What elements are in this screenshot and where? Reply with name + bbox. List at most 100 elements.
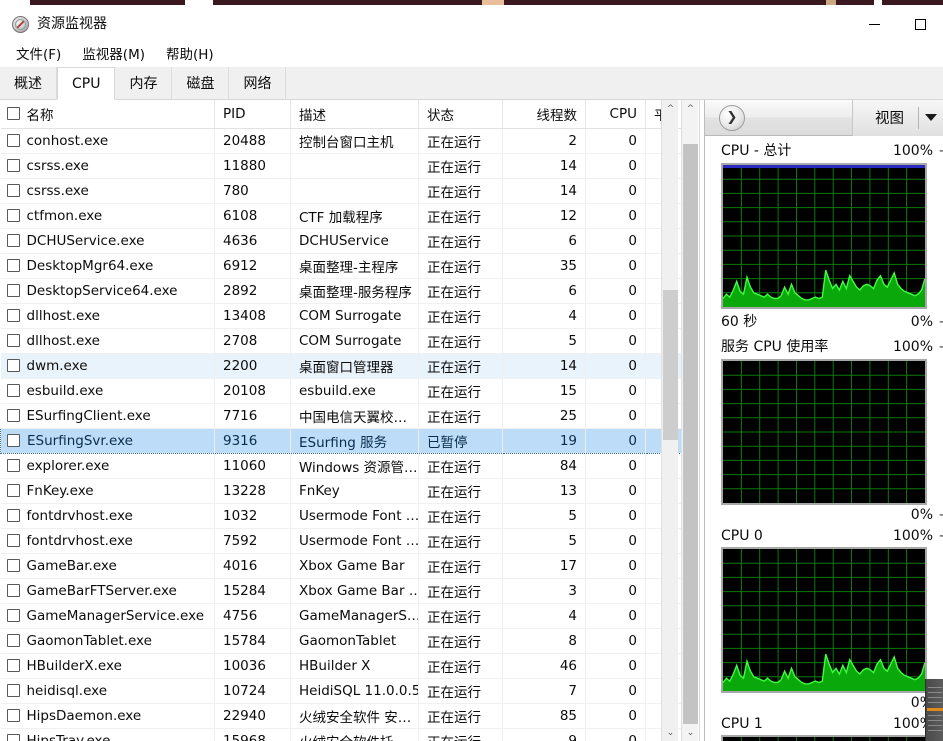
table-row[interactable]: DCHUService.exe 4636 DCHUService 正在运行 6 0 <box>0 228 682 254</box>
row-checkbox[interactable] <box>6 384 20 397</box>
row-checkbox[interactable] <box>6 709 20 722</box>
row-checkbox[interactable] <box>6 284 20 297</box>
row-checkbox[interactable] <box>6 484 20 497</box>
table-row[interactable]: ctfmon.exe 6108 CTF 加载程序 正在运行 12 0 <box>0 203 682 229</box>
panel-scroll-up-icon[interactable]: ^ <box>682 100 699 117</box>
table-row[interactable]: esbuild.exe 20108 esbuild.exe 正在运行 15 0 <box>0 378 682 404</box>
row-checkbox[interactable] <box>6 134 20 147</box>
table-scrollbar-thumb[interactable] <box>663 290 678 440</box>
row-checkbox[interactable] <box>6 609 20 622</box>
cell-threads: 4 <box>502 303 586 329</box>
table-row[interactable]: heidisql.exe 10724HeidiSQL 11.0.0.5…正在运行7… <box>0 678 682 704</box>
row-checkbox[interactable] <box>6 259 20 272</box>
row-checkbox[interactable] <box>6 634 20 647</box>
row-checkbox[interactable] <box>6 409 20 422</box>
maximize-button[interactable] <box>897 5 943 43</box>
table-row[interactable]: GameBarFTServer.exe 15284 Xbox Game Bar … 正… <box>0 578 682 604</box>
table-row[interactable]: ESurfingSvr.exe 9316 ESurfing 服务 已暂停 19 0 <box>0 427 682 454</box>
table-row[interactable]: csrss.exe 11880 正在运行 14 0 <box>0 153 682 179</box>
window-controls <box>851 5 943 43</box>
row-checkbox[interactable] <box>6 209 20 222</box>
row-checkbox[interactable] <box>6 534 20 547</box>
minimize-button[interactable] <box>851 5 897 43</box>
row-checkbox[interactable] <box>6 684 20 697</box>
table-row[interactable]: csrss.exe 780 正在运行 14 0 <box>0 178 682 204</box>
row-checkbox[interactable] <box>6 659 20 672</box>
row-checkbox[interactable] <box>6 334 20 347</box>
tab-network[interactable]: 网络 <box>229 67 287 99</box>
menu-bar: 文件(F) 监视器(M) 帮助(H) <box>0 40 943 66</box>
cell-pid: 7592 <box>214 528 291 554</box>
row-checkbox[interactable] <box>6 159 20 172</box>
column-header-status[interactable]: 状态 <box>418 100 503 129</box>
tab-cpu[interactable]: CPU <box>57 67 116 100</box>
panel-scrollbar[interactable]: ^ ⌄ <box>681 100 698 741</box>
cell-status: 正在运行 <box>418 653 503 679</box>
graph-title: CPU 0 <box>721 528 763 544</box>
cell-description: 火绒安全软件托… <box>290 728 419 741</box>
select-all-checkbox[interactable] <box>6 107 20 121</box>
scroll-up-icon[interactable]: ^ <box>662 100 679 117</box>
process-name: ctfmon.exe <box>26 207 103 224</box>
tab-disk[interactable]: 磁盘 <box>172 67 230 99</box>
table-row[interactable]: explorer.exe 11060 Windows 资源管… 正在运行 84 0 <box>0 453 682 479</box>
table-row[interactable]: DesktopService64.exe 2892 桌面整理-服务程序 正在运行 6 0 <box>0 278 682 304</box>
row-checkbox[interactable] <box>6 359 20 372</box>
edge-slider-handle[interactable] <box>927 708 943 711</box>
row-checkbox[interactable] <box>6 184 20 197</box>
row-checkbox[interactable] <box>6 234 20 247</box>
table-row[interactable]: FnKey.exe 13228 FnKey 正在运行 13 0 <box>0 478 682 504</box>
table-row[interactable]: fontdrvhost.exe 1032 Usermode Font … 正在运行 5 0 <box>0 503 682 529</box>
process-name: dwm.exe <box>26 357 88 374</box>
view-dropdown-button[interactable]: 视图 <box>852 100 943 136</box>
cell-description: Usermode Font … <box>290 503 419 529</box>
scroll-down-icon[interactable]: ⌄ <box>662 724 679 741</box>
row-checkbox[interactable] <box>7 434 20 447</box>
table-row[interactable]: GaomonTablet.exe 15784 GaomonTablet 正在运行 8 0 <box>0 628 682 654</box>
view-dropdown-separator <box>918 106 919 129</box>
row-checkbox[interactable] <box>6 584 20 597</box>
column-header-name[interactable]: ^ 名称 <box>0 100 215 129</box>
table-row[interactable]: GameBar.exe 4016 Xbox Game Bar 正在运行 17 0 <box>0 553 682 579</box>
table-row[interactable]: conhost.exe 20488 控制台窗口主机 正在运行 2 0 <box>0 128 682 154</box>
panel-scrollbar-thumb[interactable] <box>683 144 698 724</box>
menu-file[interactable]: 文件(F) <box>10 41 67 65</box>
cell-cpu: 0 <box>585 478 646 504</box>
tab-memory[interactable]: 内存 <box>115 67 173 99</box>
table-row[interactable]: fontdrvhost.exe 7592 Usermode Font … 正在运行 5 0 <box>0 528 682 554</box>
row-checkbox[interactable] <box>6 459 20 472</box>
table-scrollbar[interactable]: ^ ⌄ <box>661 100 678 741</box>
table-row[interactable]: GameManagerService.exe 4756 GameManagerS… 正… <box>0 603 682 629</box>
panel-scroll-down-icon[interactable]: ⌄ <box>682 724 699 741</box>
cell-status: 正在运行 <box>418 178 503 204</box>
row-checkbox[interactable] <box>6 309 20 322</box>
edge-slider[interactable] <box>925 679 943 741</box>
table-row[interactable]: ESurfingClient.exe 7716 中国电信天翼校… 正在运行 25 0 <box>0 403 682 429</box>
row-checkbox[interactable] <box>6 559 20 572</box>
cell-cpu: 0 <box>585 678 646 704</box>
cell-threads: 7 <box>502 678 586 704</box>
cell-name: dllhost.exe <box>0 328 215 354</box>
table-row[interactable]: HBuilderX.exe 10036 HBuilder X 正在运行 46 0 <box>0 653 682 679</box>
menu-monitor[interactable]: 监视器(M) <box>76 41 151 65</box>
column-header-threads[interactable]: 线程数 <box>502 100 586 129</box>
process-name: fontdrvhost.exe <box>26 532 133 549</box>
row-checkbox[interactable] <box>6 509 20 522</box>
row-checkbox[interactable] <box>6 734 20 741</box>
menu-help[interactable]: 帮助(H) <box>160 41 220 65</box>
column-header-description[interactable]: 描述 <box>290 100 419 129</box>
table-row[interactable]: DesktopMgr64.exe 6912 桌面整理-主程序 正在运行 35 0 <box>0 253 682 279</box>
cell-name: conhost.exe <box>0 128 215 154</box>
column-header-cpu[interactable]: CPU <box>585 100 646 129</box>
table-row[interactable]: HipsDaemon.exe 22940 火绒安全软件 安… 正在运行 85 0 <box>0 703 682 729</box>
table-row[interactable]: dllhost.exe 13408 COM Surrogate 正在运行 4 0 <box>0 303 682 329</box>
table-row[interactable]: dwm.exe 2200 桌面窗口管理器 正在运行 14 0 <box>0 353 682 379</box>
table-row[interactable]: HipsTray.exe 15968火绒安全软件托…正在运行90 <box>0 728 682 741</box>
column-header-pid[interactable]: PID <box>214 100 291 129</box>
tab-overview[interactable]: 概述 <box>0 67 57 99</box>
process-name: conhost.exe <box>26 132 109 149</box>
chevron-right-icon[interactable]: ❯ <box>719 104 745 131</box>
cell-description: esbuild.exe <box>290 378 419 404</box>
table-row[interactable]: dllhost.exe 2708 COM Surrogate 正在运行 5 0 <box>0 328 682 354</box>
cell-cpu: 0 <box>585 427 646 454</box>
